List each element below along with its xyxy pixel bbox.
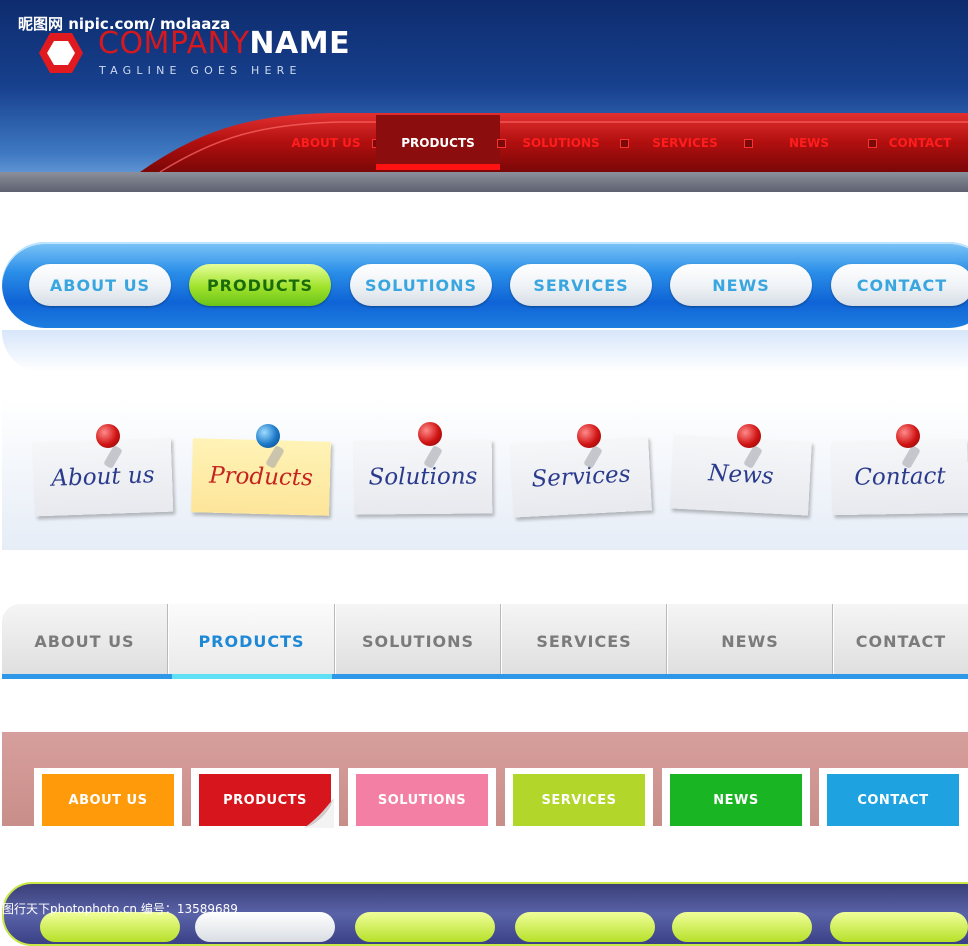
- nav1-label: SOLUTIONS: [522, 135, 600, 150]
- nav5-block-about-us[interactable]: ABOUT US: [42, 774, 174, 826]
- header-floor: [0, 172, 968, 192]
- nav2-item-contact[interactable]: CONTACT: [831, 264, 968, 306]
- nav6-pill[interactable]: [672, 912, 812, 942]
- nav4-tab-solutions[interactable]: SOLUTIONS: [336, 604, 501, 678]
- nav2-label: ABOUT US: [49, 275, 151, 295]
- nav2-label: SOLUTIONS: [364, 275, 478, 295]
- nav4-tab-products[interactable]: PRODUCTS: [169, 604, 335, 678]
- red-pushpin-icon: [418, 422, 442, 446]
- nav4-tab-contact[interactable]: CONTACT: [834, 604, 968, 678]
- nav1-label: NEWS: [788, 135, 830, 150]
- nav2-label: CONTACT: [856, 275, 948, 295]
- nav3-note-solutions[interactable]: Solutions: [353, 439, 493, 515]
- hexagon-logo-icon: [39, 33, 83, 73]
- nav2-item-products[interactable]: PRODUCTS: [189, 264, 331, 306]
- footer-watermark: 图行天下photophoto.cn 编号：13589689: [2, 902, 238, 916]
- nav3-note-news[interactable]: News: [670, 434, 812, 516]
- nav2-item-solutions[interactable]: SOLUTIONS: [350, 264, 492, 306]
- tabs-underline: [2, 674, 968, 679]
- red-pushpin-icon: [577, 424, 601, 448]
- nav5-block-services[interactable]: SERVICES: [513, 774, 645, 826]
- nav2-label: NEWS: [712, 275, 770, 295]
- nav1-item-solutions[interactable]: SOLUTIONS: [500, 115, 622, 170]
- company-name-part1: COMPANY: [98, 26, 250, 61]
- red-pushpin-icon: [737, 424, 761, 448]
- nav6-pill[interactable]: [830, 912, 968, 942]
- nav1-label: CONTACT: [888, 135, 952, 150]
- nav5-label: NEWS: [713, 792, 759, 808]
- nav5-label: SOLUTIONS: [377, 792, 467, 808]
- nav3-label: Services: [530, 461, 632, 493]
- nav5-block-news[interactable]: NEWS: [670, 774, 802, 826]
- company-name-part2: NAME: [249, 26, 351, 61]
- nav5-block-solutions[interactable]: SOLUTIONS: [356, 774, 488, 826]
- nav4-label: CONTACT: [855, 631, 947, 651]
- red-pushpin-icon: [896, 424, 920, 448]
- nav4-label: ABOUT US: [34, 631, 135, 651]
- nav2-label: SERVICES: [533, 275, 629, 295]
- active-tab-highlight: [172, 674, 332, 679]
- nav4-label: PRODUCTS: [198, 631, 305, 651]
- nav1-item-products[interactable]: PRODUCTS: [376, 115, 500, 170]
- nav5-label: PRODUCTS: [223, 792, 307, 808]
- nav3-label: Solutions: [368, 463, 478, 491]
- nav3-label: About us: [50, 462, 156, 492]
- page-curl-icon: [304, 798, 334, 828]
- nav5-label: SERVICES: [541, 792, 617, 808]
- nav3-note-about-us[interactable]: About us: [32, 437, 174, 517]
- nav2-item-about-us[interactable]: ABOUT US: [29, 264, 171, 306]
- nav2-label: PRODUCTS: [206, 275, 314, 295]
- nav6-pill[interactable]: [355, 912, 495, 942]
- nav4-tab-about-us[interactable]: ABOUT US: [2, 604, 168, 678]
- nav1-item-services[interactable]: SERVICES: [624, 115, 746, 170]
- nav1-label: ABOUT US: [291, 135, 361, 150]
- nav4-label: SOLUTIONS: [361, 631, 475, 651]
- nav3-label: Products: [208, 462, 314, 492]
- nav3-note-contact[interactable]: Contact: [831, 438, 968, 516]
- nav3-note-services[interactable]: Services: [510, 436, 652, 518]
- nav6-pill[interactable]: [515, 912, 655, 942]
- nav2-item-news[interactable]: NEWS: [670, 264, 812, 306]
- blue-pushpin-icon: [256, 424, 280, 448]
- nav2-item-services[interactable]: SERVICES: [510, 264, 652, 306]
- nav-bar-reflection: [2, 330, 968, 372]
- company-name: COMPANYNAME: [98, 26, 350, 61]
- red-pushpin-icon: [96, 424, 120, 448]
- nav1-item-contact[interactable]: CONTACT: [872, 115, 968, 170]
- nav1-label: PRODUCTS: [401, 135, 475, 150]
- nav4-tab-news[interactable]: NEWS: [668, 604, 833, 678]
- nav5-label: ABOUT US: [68, 792, 148, 808]
- nav1-item-about-us[interactable]: ABOUT US: [280, 115, 372, 170]
- nav1-label: SERVICES: [652, 135, 718, 150]
- tagline: TAGLINE GOES HERE: [99, 64, 302, 77]
- nav1-item-news[interactable]: NEWS: [748, 115, 870, 170]
- nav4-tab-services[interactable]: SERVICES: [502, 604, 667, 678]
- nav5-label: CONTACT: [857, 792, 929, 808]
- nav4-label: SERVICES: [536, 631, 632, 651]
- nav3-label: Contact: [854, 463, 946, 491]
- nav5-block-contact[interactable]: CONTACT: [827, 774, 959, 826]
- nav3-label: News: [707, 460, 775, 490]
- nav3-note-products[interactable]: Products: [191, 438, 331, 516]
- nav4-label: NEWS: [721, 631, 779, 651]
